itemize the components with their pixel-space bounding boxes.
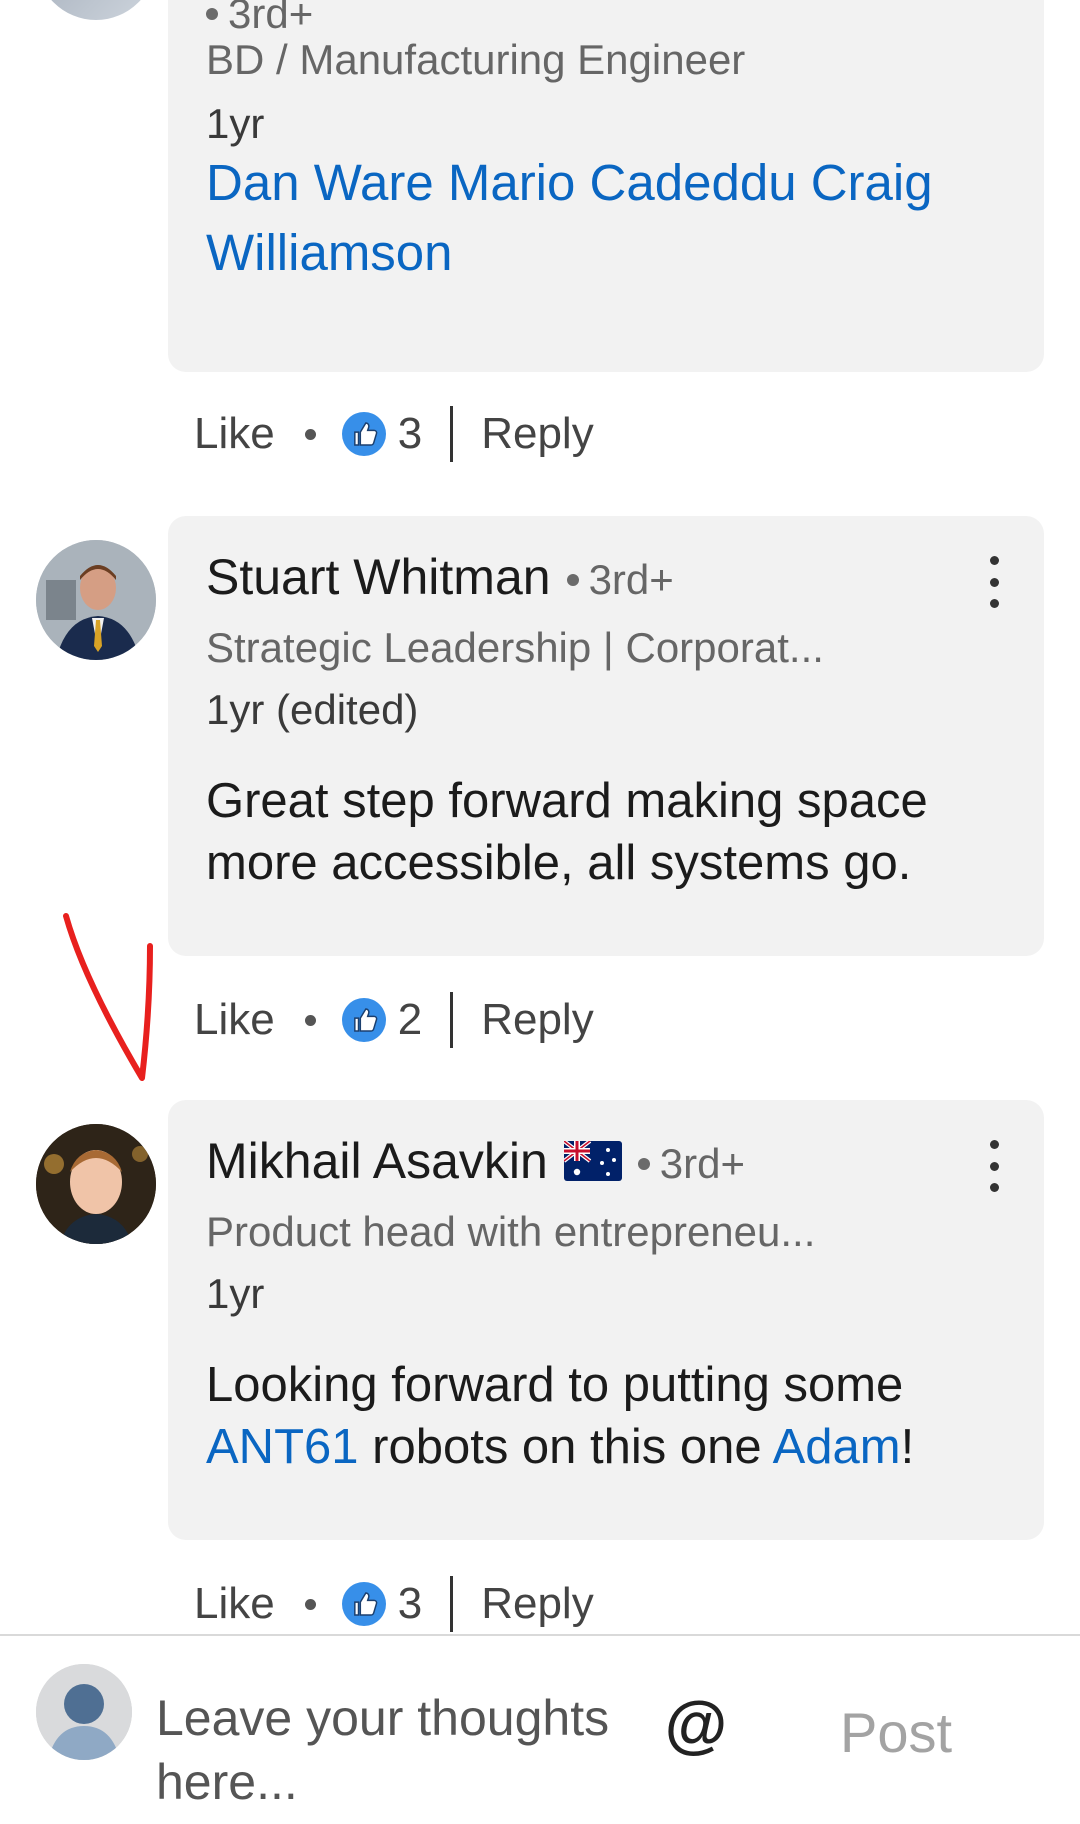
commenter-avatar[interactable] [36,1124,156,1244]
separator-dot [304,1014,316,1026]
comment-bubble: Mikhail Asavkin 3rd+ Product head with e… [168,1100,1044,1540]
separator-dot [206,8,218,20]
reaction-count[interactable]: 3 [398,1579,422,1629]
divider [450,1576,454,1632]
connection-degree: 3rd+ [588,556,674,603]
comment-actions: Like 2 Reply [194,990,594,1050]
at-sign-icon[interactable]: @ [660,1688,732,1760]
comment-actions: Like 3 Reply [194,404,594,464]
comment-actions: Like 3 Reply [194,1574,594,1634]
separator-dot [304,428,316,440]
post-button[interactable]: Post [840,1700,952,1765]
connection-degree: 3rd+ [228,0,314,37]
name-line: Stuart Whitman 3rd+ [206,548,674,606]
connection-degree: 3rd+ [659,1140,746,1187]
commenter-headline: Strategic Leadership | Corporat... [206,624,824,671]
default-avatar-icon [36,1664,132,1760]
reply-button[interactable]: Reply [481,1579,594,1629]
comment-text-suffix: ! [900,1420,915,1474]
comment-text-middle: robots on this one [358,1420,773,1474]
comment-bubble: Stuart Whitman 3rd+ Strategic Leadership… [168,516,1044,956]
reply-button[interactable]: Reply [481,409,594,459]
like-icon [341,998,386,1042]
comment-bubble: 3rd+ BD / Manufacturing Engineer 1yr Dan… [168,0,1044,372]
avatar-photo [36,1124,156,1244]
reply-button[interactable]: Reply [481,995,594,1045]
comment-text: Looking forward to putting some ANT61 ro… [206,1354,1026,1478]
name-line: 3rd+ [206,0,313,38]
like-icon [341,1582,386,1626]
australia-flag-icon [563,1141,622,1181]
comment-text-prefix: Looking forward to putting some [206,1358,904,1412]
like-button[interactable]: Like [194,995,275,1045]
comment-composer: Leave your thoughts here... @ Post [0,1634,1080,1824]
like-icon [341,412,386,456]
divider [450,992,454,1048]
comment-mentions[interactable]: Dan Ware Mario Cadeddu Craig Williamson [206,148,966,288]
more-options-icon[interactable] [982,556,1006,608]
mention-link[interactable]: ANT61 [206,1420,359,1474]
commenter-headline: Product head with entrepreneu... [206,1208,816,1255]
reaction-count[interactable]: 3 [398,409,422,459]
commenter-name[interactable]: Mikhail Asavkin [206,1132,548,1190]
commenter-name[interactable]: Stuart Whitman [206,548,551,606]
separator-dot [566,574,579,586]
comment-timestamp: 1yr [206,100,265,147]
commenter-avatar[interactable] [36,0,156,20]
annotation-arrow-icon [63,913,153,1081]
commenter-avatar[interactable] [36,540,156,660]
avatar-photo [36,540,156,660]
name-line: Mikhail Asavkin 3rd+ [206,1132,745,1190]
commenter-headline: BD / Manufacturing Engineer [206,36,746,83]
mention-link[interactable]: Adam [773,1420,901,1474]
divider [450,406,454,462]
like-button[interactable]: Like [194,1579,275,1629]
separator-dot [637,1158,650,1170]
separator-dot [304,1598,316,1610]
reaction-count[interactable]: 2 [398,995,422,1045]
comment-timestamp: 1yr (edited) [206,686,419,733]
like-button[interactable]: Like [194,409,275,459]
comment-text: Great step forward making space more acc… [206,774,928,890]
comments-feed[interactable]: 3rd+ BD / Manufacturing Engineer 1yr Dan… [0,0,1080,1634]
comment-timestamp: 1yr [206,1270,265,1317]
comment-input[interactable]: Leave your thoughts here... [156,1686,636,1814]
more-options-icon[interactable] [982,1140,1006,1192]
